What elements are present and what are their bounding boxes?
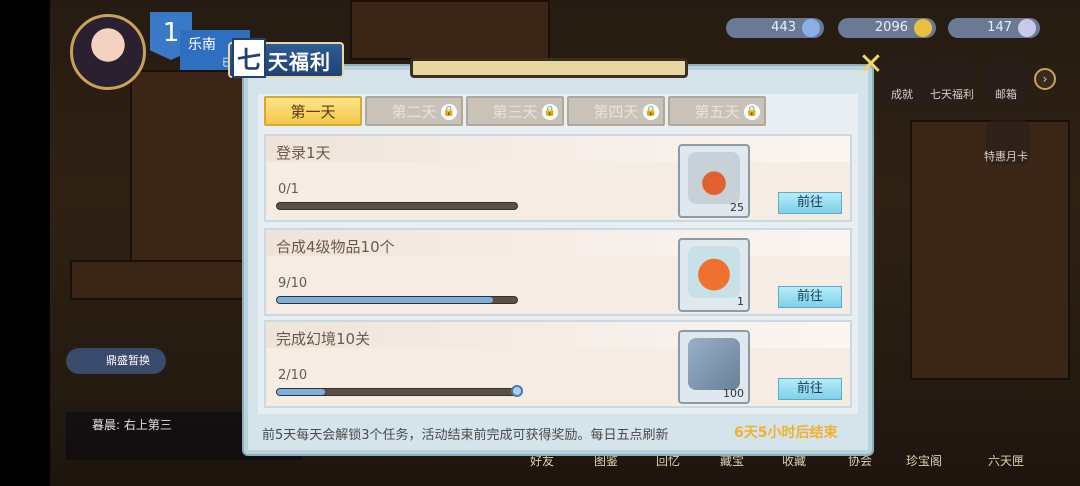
lock-icon: 🔒: [441, 104, 457, 120]
currency-value: 147: [987, 20, 1012, 35]
task-card: 合成4级物品10个 9/10 1 前往: [264, 228, 852, 316]
gold-coin-icon: [914, 19, 932, 37]
task-title: 合成4级物品10个: [276, 238, 395, 256]
task-card: 完成幻境10关 2/10 100 前往: [264, 320, 852, 408]
bottom-tab[interactable]: 图鉴: [594, 452, 618, 474]
bottom-tab[interactable]: 六天匣: [988, 452, 1024, 474]
tab-label: 第一天: [290, 103, 336, 121]
progress-bar: [276, 296, 518, 304]
tab-day-3[interactable]: 第三天 🔒: [466, 96, 564, 126]
task-card: 登录1天 0/1 25 前往: [264, 134, 852, 222]
gem-icon: [802, 19, 820, 37]
reward-count: 100: [723, 387, 744, 400]
modal-note: 前5天每天会解锁3个任务，活动结束前完成可获得奖励。每日五点刷新: [262, 428, 669, 443]
lock-icon: 🔒: [744, 104, 760, 120]
expand-arrow-icon[interactable]: ›: [1034, 68, 1056, 90]
progress-fill: [277, 389, 325, 395]
pumpkin-icon: [688, 246, 740, 298]
bottom-tab[interactable]: 藏宝: [720, 452, 744, 474]
bottom-tab[interactable]: 收藏: [782, 452, 806, 474]
player-avatar[interactable]: [70, 14, 146, 90]
currency-gold[interactable]: 2096: [838, 18, 936, 38]
task-progress-text: 0/1: [278, 182, 299, 197]
bottom-tab[interactable]: 回忆: [656, 452, 680, 474]
bottom-tab[interactable]: 协会: [848, 452, 872, 474]
go-button[interactable]: 前往: [778, 192, 842, 214]
modal-top-bar: [410, 58, 688, 78]
task-header: [266, 136, 850, 162]
tab-day-2[interactable]: 第二天 🔒: [365, 96, 463, 126]
reward-slot[interactable]: 100: [678, 330, 750, 404]
progress-fill: [277, 297, 493, 303]
tab-day-5[interactable]: 第五天 🔒: [668, 96, 766, 126]
progress-bar: [276, 385, 523, 397]
hud-label-mail: 邮箱: [995, 88, 1017, 101]
reward-slot[interactable]: 25: [678, 144, 750, 218]
reward-count: 1: [737, 295, 744, 308]
modal-title-seven: 七: [232, 38, 266, 78]
left-letterbox: [0, 0, 50, 486]
tab-label: 第五天: [694, 103, 740, 121]
currency-value: 2096: [874, 20, 908, 35]
task-title: 完成幻境10关: [276, 330, 371, 348]
bottom-tab[interactable]: 好友: [530, 452, 554, 474]
tab-label: 第四天: [593, 103, 639, 121]
currency-value: 443: [771, 20, 796, 35]
reward-slot[interactable]: 1: [678, 238, 750, 312]
modal-title-text: 天福利: [268, 50, 331, 74]
go-button[interactable]: 前往: [778, 286, 842, 308]
close-icon[interactable]: ✕: [856, 50, 886, 82]
tab-day-4[interactable]: 第四天 🔒: [567, 96, 665, 126]
tab-label: 第三天: [492, 103, 538, 121]
bottom-tab[interactable]: 珍宝阁: [906, 452, 942, 474]
currency-gems[interactable]: 443: [726, 18, 824, 38]
task-title: 登录1天: [276, 144, 331, 162]
silver-icon: [1018, 19, 1036, 37]
go-button[interactable]: 前往: [778, 378, 842, 400]
countdown-timer: 6天5小时后结束: [734, 425, 838, 441]
currency-silver[interactable]: 147: [948, 18, 1040, 38]
reward-count: 25: [730, 201, 744, 214]
silver-coins-icon: [688, 338, 740, 390]
hud-label-monthly-card: 特惠月卡: [984, 150, 1028, 163]
tab-label: 第二天: [391, 103, 437, 121]
progress-bar: [276, 202, 518, 210]
tab-day-1[interactable]: 第一天: [264, 96, 362, 126]
task-progress-text: 9/10: [278, 276, 308, 291]
progress-knob: [511, 385, 523, 397]
lock-icon: 🔒: [643, 104, 659, 120]
chat-bubble[interactable]: 鼎盛暂换: [66, 348, 166, 374]
hud-label-seven-day: 七天福利: [930, 88, 974, 101]
task-progress-text: 2/10: [278, 368, 308, 383]
star-bottle-icon: [688, 152, 740, 204]
lock-icon: 🔒: [542, 104, 558, 120]
